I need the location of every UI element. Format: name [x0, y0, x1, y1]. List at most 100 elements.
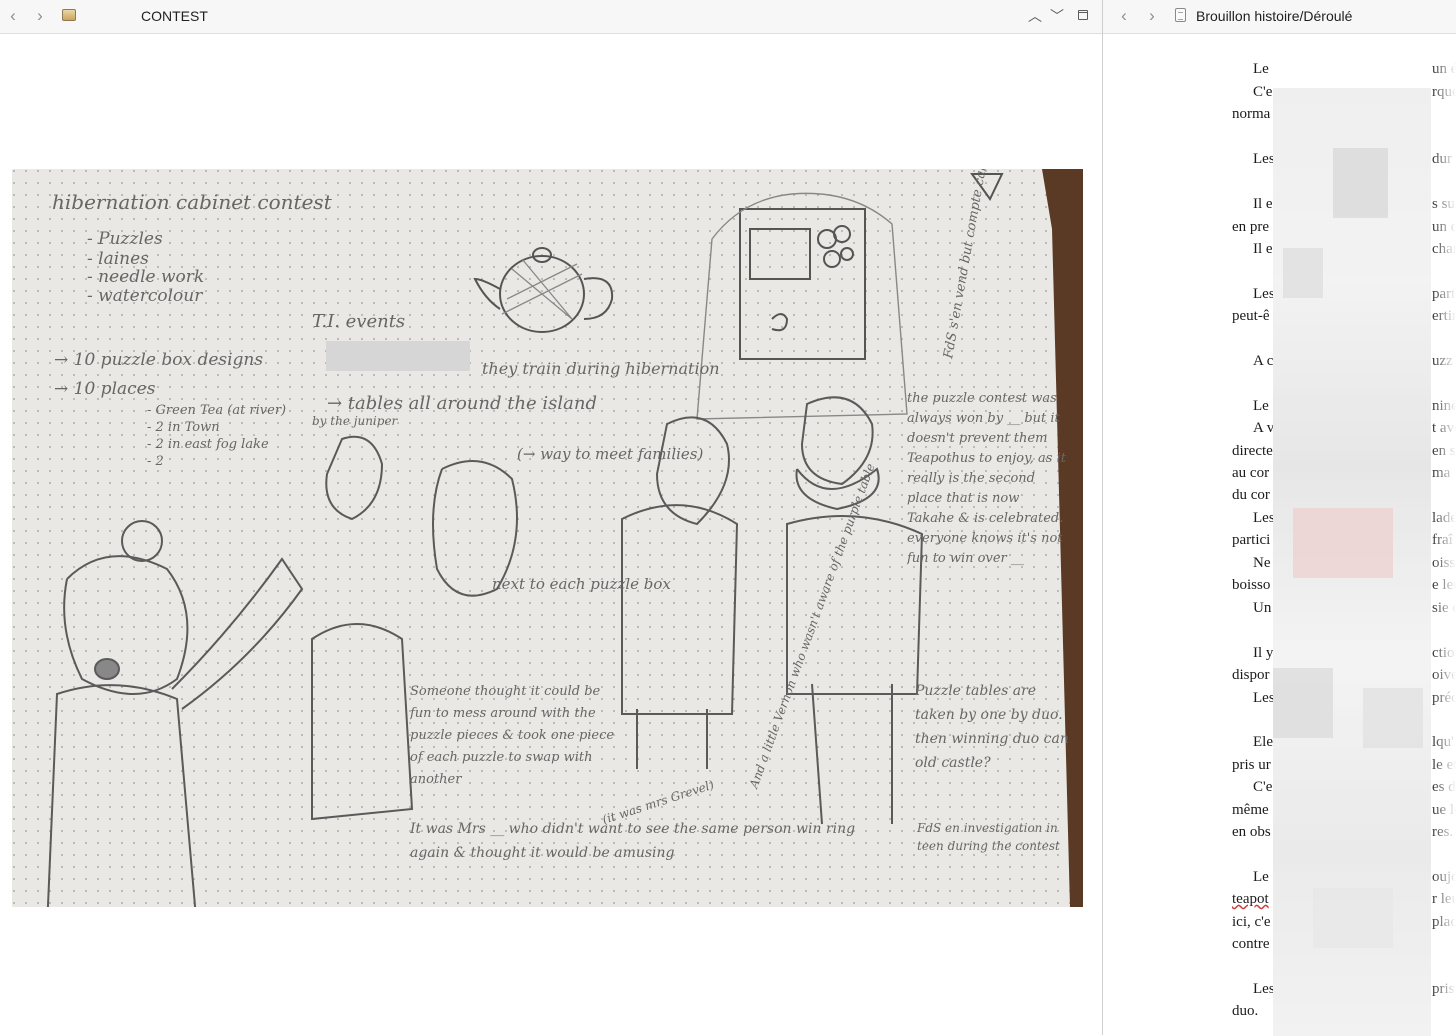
notebook-sketch: hibernation cabinet contest - Puzzles - … — [12, 169, 1083, 907]
doc-line-right: s su — [1432, 196, 1455, 212]
doc-line-left: en obs — [1232, 824, 1271, 840]
places-item: - 2 — [147, 454, 164, 469]
puzzle-tables-note: Puzzle tables are taken by one by duo. t… — [915, 683, 1069, 771]
doc-line-right: e leu — [1432, 577, 1456, 593]
left-titlebar: ‹ › CONTEST ︿ ﹀ — [0, 0, 1102, 34]
doc-line-left: peut-ê — [1232, 308, 1270, 324]
doc-line-left: partici — [1232, 532, 1271, 548]
doc-line-right: ertir — [1432, 308, 1456, 324]
doc-line-right: res. — [1432, 824, 1454, 840]
doc-line-left: Il e — [1253, 196, 1273, 212]
forward-button[interactable]: › — [31, 7, 49, 25]
window-title: Brouillon histoire/Déroulé — [1196, 8, 1353, 24]
doc-line-right: un é — [1432, 61, 1456, 77]
doc-line-right: plac — [1432, 914, 1456, 930]
doc-line-right: un c — [1432, 219, 1456, 235]
doc-line-left: même — [1232, 802, 1269, 818]
doc-line-right: oujo — [1432, 869, 1456, 885]
doc-line-left: A v — [1253, 420, 1275, 436]
doc-line-left: boisso — [1232, 577, 1271, 593]
doc-line-right: en s — [1432, 443, 1456, 459]
doc-line-left: Les — [1253, 286, 1275, 302]
doc-line-left: Ne — [1253, 555, 1271, 571]
chevron-up-icon[interactable]: ︿ — [1026, 7, 1044, 25]
list-item: - Puzzles — [87, 229, 163, 249]
doc-line-right: rque — [1432, 84, 1456, 100]
doc-line-right: r leu — [1432, 891, 1456, 907]
doc-line-right: oisso — [1432, 555, 1456, 571]
doc-line-left: Il y — [1253, 645, 1274, 661]
doc-line-left: dispor — [1232, 667, 1270, 683]
doc-line-left: duo. — [1232, 1003, 1259, 1019]
way-to-text: (→ way to meet families) — [517, 445, 703, 463]
doc-line-right: niné — [1432, 398, 1456, 414]
doc-line-left: A c — [1253, 353, 1274, 369]
doc-line-left: teapot — [1232, 891, 1269, 907]
doc-line-left: Les — [1253, 510, 1275, 526]
doc-line-left: contre — [1232, 936, 1270, 952]
doc-line-right: ma — [1432, 465, 1451, 481]
doc-line-left: Le — [1253, 61, 1269, 77]
doc-line-right: uzz — [1432, 353, 1453, 369]
places-text: → 10 places — [54, 379, 156, 399]
notebook-photo: hibernation cabinet contest - Puzzles - … — [12, 169, 1083, 907]
doc-line-left: en pre — [1232, 219, 1270, 235]
doc-line-right: ction — [1432, 645, 1456, 661]
list-item: - laines — [87, 249, 149, 269]
doc-line-right: char — [1432, 241, 1456, 257]
doc-line-right: fraî — [1432, 532, 1453, 548]
back-button[interactable]: ‹ — [4, 7, 22, 25]
doc-line-right: sie d — [1432, 600, 1456, 616]
doc-line-left: Les — [1253, 690, 1275, 706]
doc-line-left: norma — [1232, 106, 1271, 122]
ti-events-label: T.I. events — [312, 311, 405, 332]
puzzle-box-text: → 10 puzzle box designs — [54, 350, 263, 370]
doc-line-left: du cor — [1232, 487, 1270, 503]
right-document-pane: ‹ › Brouillon histoire/Déroulé Le C'e no… — [1103, 0, 1456, 1036]
window-title: CONTEST — [141, 8, 208, 24]
it-was-note: It was Mrs __ who didn't want to see the… — [410, 821, 855, 861]
chevron-down-icon[interactable]: ﹀ — [1048, 7, 1066, 25]
doc-line-left: Les — [1253, 981, 1275, 997]
doc-line-right: ue le — [1432, 802, 1456, 818]
doc-line-right: pris — [1432, 981, 1455, 997]
forward-button[interactable]: › — [1143, 7, 1161, 25]
doc-line-right: dur — [1432, 151, 1452, 167]
doc-line-right: oive — [1432, 667, 1456, 683]
right-titlebar: ‹ › Brouillon histoire/Déroulé — [1103, 0, 1456, 34]
doc-line-left: Il e — [1253, 241, 1273, 257]
juniper-text: by the juniper — [312, 414, 399, 428]
doc-line-left: au cor — [1232, 465, 1270, 481]
tables-text: → tables all around the island — [327, 393, 597, 414]
doc-line-right: t ave — [1432, 420, 1456, 436]
doc-line-right: le et — [1432, 757, 1456, 773]
document-body[interactable]: Le C'e norma Les Il e en pre Il e Les pe… — [1103, 34, 1456, 1036]
image-file-icon — [62, 9, 76, 21]
back-button[interactable]: ‹ — [1115, 7, 1133, 25]
doc-line-left: Le — [1253, 869, 1269, 885]
list-item: - watercolour — [87, 286, 203, 306]
puzzle-contest-note: the puzzle contest was always won by __ … — [907, 391, 1066, 566]
doc-line-left: directe — [1232, 443, 1273, 459]
doc-line-right: lqu' — [1432, 734, 1454, 750]
list-item: - needle work — [87, 267, 204, 287]
doc-line-left: pris ur — [1232, 757, 1271, 773]
window-icon[interactable] — [1078, 10, 1088, 20]
doc-line-left: Les — [1253, 151, 1275, 167]
doc-line-left: C'e — [1253, 779, 1273, 795]
fds-investigation-note: FdS en investigation in teen during the … — [917, 821, 1060, 853]
pixelated-redaction — [1273, 88, 1431, 1036]
train-text: they train during hibernation — [482, 359, 720, 378]
places-item: - Green Tea (at river) — [147, 403, 286, 418]
someone-note: Someone thought it could be fun to mess … — [410, 684, 614, 787]
places-item: - 2 in east fog lake — [147, 437, 269, 452]
heading-text: hibernation cabinet contest — [52, 190, 333, 214]
doc-line-left: Le — [1253, 398, 1269, 414]
next-to-text: next to each puzzle box — [492, 575, 671, 593]
doc-line-right: part — [1432, 286, 1456, 302]
doc-line-left: Un — [1253, 600, 1272, 616]
doc-line-left: ici, c'e — [1232, 914, 1271, 930]
doc-line-right: lade — [1432, 510, 1456, 526]
document-icon — [1175, 8, 1186, 22]
doc-line-right: es do — [1432, 779, 1456, 795]
